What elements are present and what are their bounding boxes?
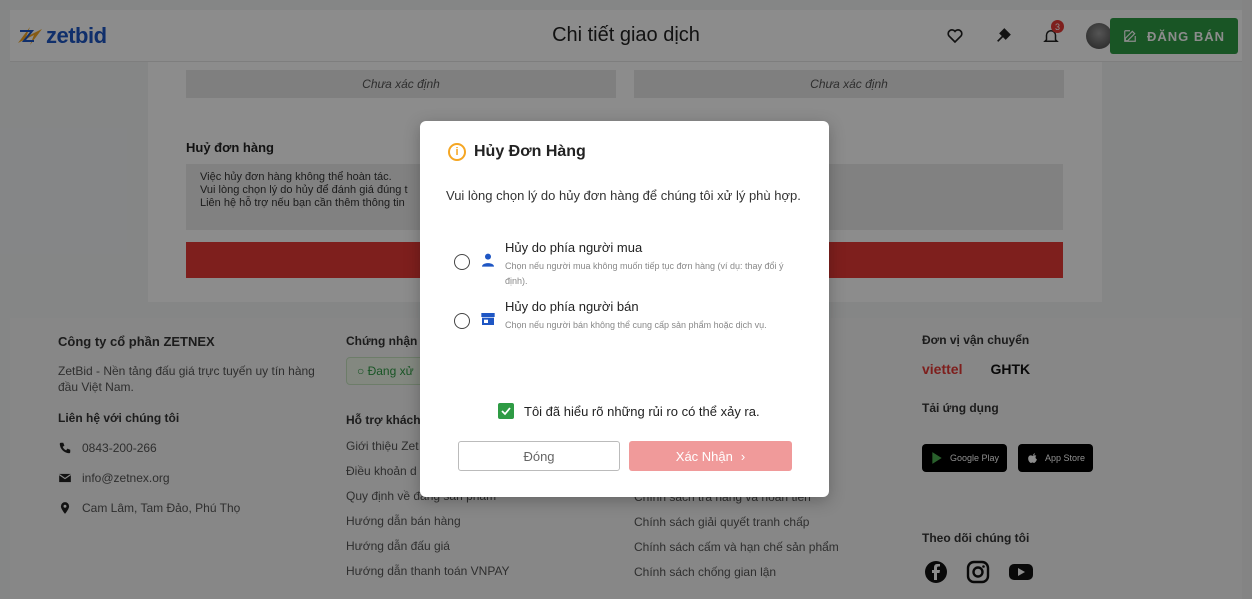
radio-buyer[interactable] [454, 254, 470, 270]
chevron-right-icon: › [740, 448, 746, 464]
user-icon [482, 253, 494, 267]
option-subtitle: Chọn nếu người bán không thể cung cấp sả… [505, 320, 767, 330]
option-subtitle: Chọn nếu người mua không muốn tiếp tục đ… [505, 261, 784, 286]
dialog-description: Vui lòng chọn lý do hủy đơn hàng để chún… [446, 188, 801, 203]
acknowledge-checkbox[interactable] [498, 403, 514, 419]
confirm-button-label: Xác Nhận [675, 448, 733, 464]
close-button-label: Đóng [523, 448, 555, 464]
option-title: Hủy do phía người bán [505, 299, 639, 314]
store-icon [481, 313, 495, 325]
option-title: Hủy do phía người mua [505, 240, 643, 255]
acknowledge-row[interactable]: Tôi đã hiểu rõ những rủi ro có thể xảy r… [498, 403, 760, 419]
info-icon: i [448, 143, 466, 161]
reason-option-seller[interactable]: Hủy do phía người bán Chọn nếu người bán… [454, 299, 804, 349]
dialog-title: i Hủy Đơn Hàng [448, 143, 586, 161]
reason-option-buyer[interactable]: Hủy do phía người mua Chọn nếu người mua… [454, 240, 804, 290]
checkmark-icon [501, 407, 511, 416]
radio-seller[interactable] [454, 313, 470, 329]
acknowledge-label: Tôi đã hiểu rõ những rủi ro có thể xảy r… [524, 403, 760, 419]
cancel-order-dialog: i Hủy Đơn Hàng Vui lòng chọn lý do hủy đ… [420, 121, 829, 497]
close-button[interactable]: Đóng [458, 441, 620, 471]
dialog-title-text: Hủy Đơn Hàng [474, 143, 586, 160]
confirm-button[interactable]: Xác Nhận › [629, 441, 792, 471]
